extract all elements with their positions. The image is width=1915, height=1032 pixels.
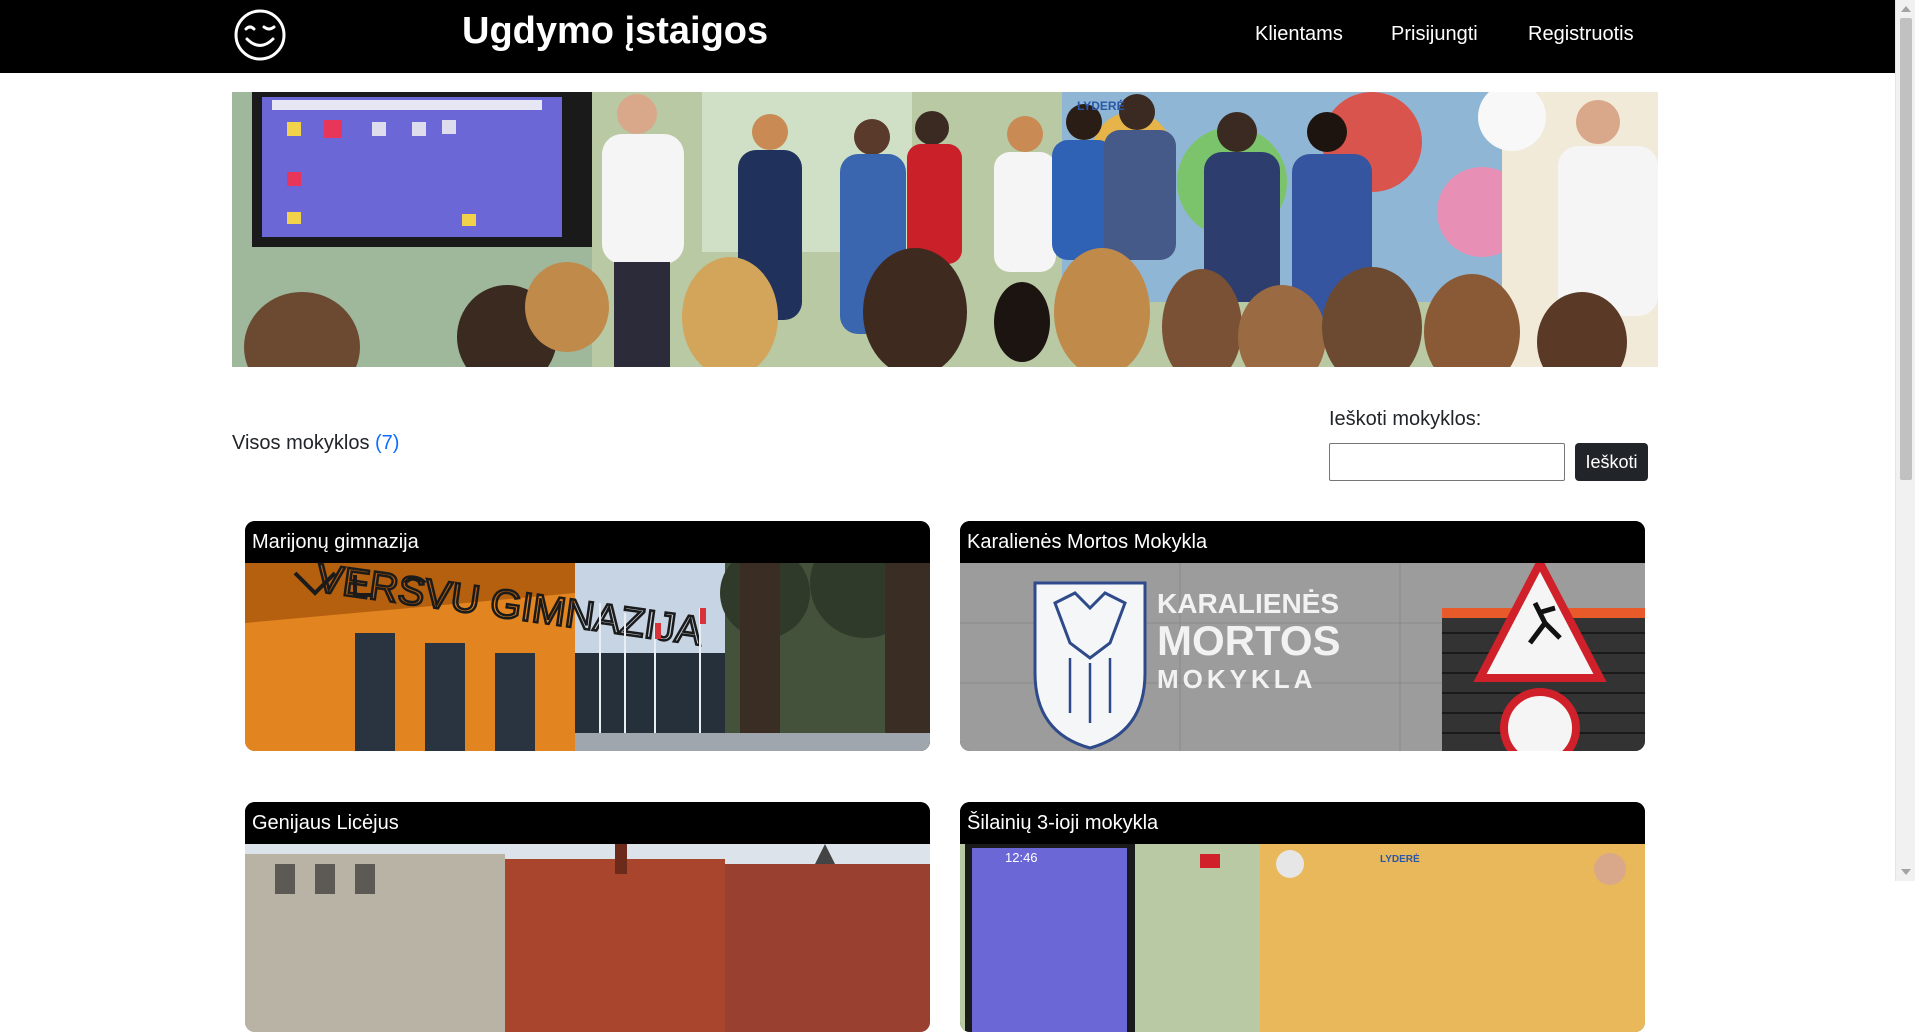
school-card-image[interactable]: 12:46 LYDERĖ xyxy=(960,844,1645,1032)
nav-link-register[interactable]: Registruotis xyxy=(1528,20,1634,48)
school-count-label: Visos mokyklos (7) xyxy=(232,430,399,456)
site-brand[interactable]: Ugdymo įstaigos xyxy=(462,6,768,56)
page-scrollbar[interactable] xyxy=(1895,0,1915,881)
nav-link-clients[interactable]: Klientams xyxy=(1255,20,1343,48)
school-card-genijaus[interactable]: Genijaus Licėjus xyxy=(245,802,930,1032)
screen-clock: 12:46 xyxy=(1005,850,1038,865)
scroll-thumb[interactable] xyxy=(1900,18,1912,480)
scroll-up-icon[interactable] xyxy=(1901,6,1911,12)
school-card-image[interactable] xyxy=(245,844,930,1032)
hero-classroom-image: LYDERĖ xyxy=(232,92,1658,367)
search-label: Ieškoti mokyklos: xyxy=(1329,408,1482,430)
top-navbar: Ugdymo įstaigos Klientams Prisijungti Re… xyxy=(0,0,1895,73)
card-banner-text: LYDERĖ xyxy=(1380,852,1420,865)
school-card-title[interactable]: Marijonų gimnazija xyxy=(245,521,930,563)
school-card-karalienes-mortos[interactable]: Karalienės Mortos Mokykla KARALIENĖS MOR… xyxy=(960,521,1645,751)
school-card-title[interactable]: Šilainių 3-ioji mokykla xyxy=(960,802,1645,844)
school-card-title[interactable]: Genijaus Licėjus xyxy=(245,802,930,844)
school-card-title[interactable]: Karalienės Mortos Mokykla xyxy=(960,521,1645,563)
sign-line-2: MORTOS xyxy=(1157,617,1341,664)
school-card-image[interactable]: VERSVU GIMNAZIJA xyxy=(245,563,930,751)
all-schools-label: Visos mokyklos xyxy=(232,432,370,454)
hero-banner-text: LYDERĖ xyxy=(1077,98,1125,113)
smiley-face-icon[interactable] xyxy=(233,8,287,62)
search-button[interactable]: Ieškoti xyxy=(1575,443,1648,481)
nav-link-login[interactable]: Prisijungti xyxy=(1391,20,1478,48)
school-card-marijonu[interactable]: Marijonų gimnazija VERSVU GIMNAZIJA xyxy=(245,521,930,751)
sign-line-1: KARALIENĖS xyxy=(1157,588,1339,619)
school-card-image[interactable]: KARALIENĖS MORTOS MOKYKLA xyxy=(960,563,1645,751)
classroom-photo-illustration: LYDERĖ xyxy=(232,92,1658,367)
scroll-down-icon[interactable] xyxy=(1901,869,1911,875)
school-count-number[interactable]: (7) xyxy=(375,432,399,454)
sign-line-3: MOKYKLA xyxy=(1157,664,1316,694)
school-card-silainiu[interactable]: Šilainių 3-ioji mokykla 12:46 LYDERĖ xyxy=(960,802,1645,1032)
search-input[interactable] xyxy=(1329,443,1565,481)
